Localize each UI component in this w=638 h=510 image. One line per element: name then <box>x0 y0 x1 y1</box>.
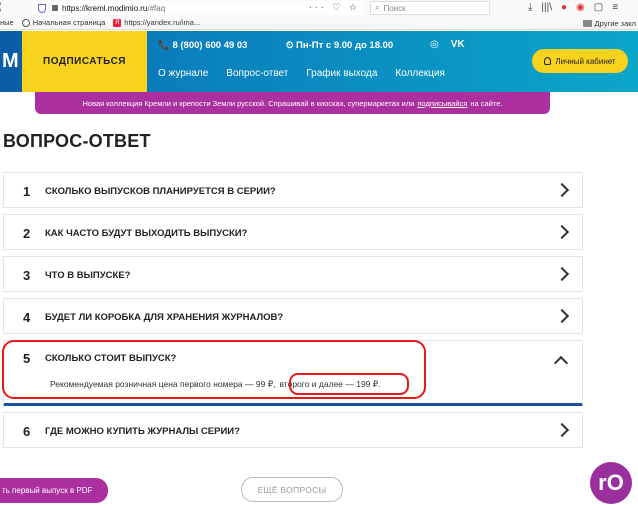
phone-number[interactable]: 📞 8 (800) 600 49 03 <box>158 40 247 51</box>
url-path: /#faq <box>147 3 166 13</box>
search-icon: ⌕ <box>375 3 380 12</box>
faq-question: ЧТО В ВЫПУСКЕ? <box>45 270 131 281</box>
banner-text-end: на сайте. <box>470 98 503 108</box>
faq-number: 1 <box>23 184 31 199</box>
chevron-right-icon <box>554 224 570 240</box>
bookmark-item[interactable]: Начальная страница <box>21 18 106 27</box>
faq-answer: Рекомендуемая розничная цена первого ном… <box>50 379 381 390</box>
bookmark-item[interactable]: Яhttps://yandex.ru/ima... <box>113 18 200 27</box>
answer-part-first: Рекомендуемая розничная цена первого ном… <box>50 379 276 389</box>
banner-subscribe-link[interactable]: подписывайся <box>417 99 467 108</box>
url-host: https://kreml.modimio.ru <box>62 3 148 13</box>
search-placeholder: Поиск <box>383 3 406 13</box>
download-icon[interactable]: ⤓ <box>528 2 532 13</box>
folder-icon <box>582 20 592 27</box>
subscribe-button[interactable]: ПОДПИСАТЬСЯ <box>22 31 147 92</box>
faq-number: 6 <box>23 424 31 439</box>
shield-icon[interactable] <box>38 3 46 13</box>
working-hours: ⏲ Пн-Пт с 9.00 до 18.00 <box>286 40 394 51</box>
faq-question: БУДЕТ ЛИ КОРОБКА ДЛЯ ХРАНЕНИЯ ЖУРНАЛОВ? <box>45 312 284 323</box>
nav-item-schedule[interactable]: График выхода <box>306 68 377 79</box>
chevron-right-icon <box>554 266 570 282</box>
search-input[interactable]: ⌕ Поиск <box>370 1 490 15</box>
banner-text: Новая коллекция Кремли и крепости Земли … <box>82 98 415 108</box>
account-button-label: Личный кабинет <box>555 56 616 66</box>
menu-icon[interactable]: ≡ <box>612 2 618 13</box>
bookmark-label: https://yandex.ru/ima... <box>124 18 201 27</box>
chat-widget-button[interactable]: rO <box>590 462 632 504</box>
main-nav: О журнале Вопрос-ответ График выхода Кол… <box>158 68 445 79</box>
library-icon[interactable]: |||\ <box>541 2 552 13</box>
logo[interactable]: М <box>0 31 22 92</box>
faq-number: 3 <box>23 268 31 283</box>
bookmark-label: ные <box>0 18 14 27</box>
faq-number: 4 <box>23 310 31 325</box>
faq-question: СКОЛЬКО ВЫПУСКОВ ПЛАНИРУЕТСЯ В СЕРИИ? <box>45 186 276 197</box>
faq-number: 2 <box>23 226 31 241</box>
back-icon[interactable]: ⟨ <box>0 2 2 13</box>
toolbar-icons: ⤓ |||\ ● ◉ ▢ ≡ <box>528 2 618 13</box>
nav-item-faq[interactable]: Вопрос-ответ <box>226 68 288 79</box>
faq-item[interactable]: 4 БУДЕТ ЛИ КОРОБКА ДЛЯ ХРАНЕНИЯ ЖУРНАЛОВ… <box>3 298 583 334</box>
bookmarks-bar: ные Начальная страница Яhttps://yandex.r… <box>0 16 638 30</box>
nav-item-collection[interactable]: Коллекция <box>395 68 445 79</box>
faq-question: ГДЕ МОЖНО КУПИТЬ ЖУРНАЛЫ СЕРИИ? <box>45 426 240 437</box>
extension-icon[interactable]: ● <box>561 2 567 13</box>
chevron-up-icon <box>553 355 569 371</box>
faq-question: СКОЛЬКО СТОИТ ВЫПУСК? <box>45 353 177 364</box>
browser-toolbar: ⟨ https://kreml.modimio.ru/#faq ··· ♡ ☆ … <box>0 0 638 16</box>
other-bookmarks-label: Другие закл <box>594 19 636 28</box>
vk-icon[interactable]: VK <box>451 39 465 50</box>
globe-icon <box>21 18 30 27</box>
chevron-right-icon <box>554 422 570 438</box>
social-links: ◎ VK <box>430 39 465 50</box>
instagram-icon[interactable]: ◎ <box>430 39 439 50</box>
promo-banner: Новая коллекция Кремли и крепости Земли … <box>35 92 550 114</box>
yandex-icon: Я <box>113 18 122 27</box>
faq-question: КАК ЧАСТО БУДУТ ВЫХОДИТЬ ВЫПУСКИ? <box>45 228 248 239</box>
sidebar-icon[interactable]: ▢ <box>594 2 603 13</box>
page-title: ВОПРОС-ОТВЕТ <box>3 131 151 151</box>
chevron-right-icon <box>554 182 570 198</box>
user-icon <box>544 57 552 65</box>
bookmark-label: Начальная страница <box>32 18 106 27</box>
bookmark-item[interactable]: ные <box>0 18 14 27</box>
answer-part-second: второго и далее — 199 ₽. <box>279 379 381 389</box>
nav-item-about[interactable]: О журнале <box>158 68 208 79</box>
other-bookmarks[interactable]: Другие закл <box>582 19 636 28</box>
account-icon[interactable]: ◉ <box>576 2 585 13</box>
page-actions[interactable]: ··· ♡ ☆ <box>309 2 360 13</box>
faq-item[interactable]: 1 СКОЛЬКО ВЫПУСКОВ ПЛАНИРУЕТСЯ В СЕРИИ? <box>3 172 583 208</box>
faq-item[interactable]: 6 ГДЕ МОЖНО КУПИТЬ ЖУРНАЛЫ СЕРИИ? <box>3 412 583 448</box>
site-header: М ПОДПИСАТЬСЯ 📞 8 (800) 600 49 03 ⏲ Пн-П… <box>0 31 638 92</box>
account-button[interactable]: Личный кабинет <box>532 49 628 73</box>
lock-icon[interactable] <box>52 5 58 11</box>
address-bar[interactable]: https://kreml.modimio.ru/#faq ··· ♡ ☆ <box>32 1 364 15</box>
faq-item-expanded[interactable]: 5 СКОЛЬКО СТОИТ ВЫПУСК? Рекомендуемая ро… <box>3 340 583 406</box>
more-questions-button[interactable]: ЕЩЁ ВОПРОСЫ <box>241 477 343 502</box>
faq-item[interactable]: 2 КАК ЧАСТО БУДУТ ВЫХОДИТЬ ВЫПУСКИ? <box>3 214 583 250</box>
chevron-right-icon <box>554 308 570 324</box>
faq-item[interactable]: 3 ЧТО В ВЫПУСКЕ? <box>3 256 583 292</box>
faq-number: 5 <box>23 351 31 366</box>
read-pdf-button[interactable]: ть первый выпуск в PDF <box>0 478 108 503</box>
